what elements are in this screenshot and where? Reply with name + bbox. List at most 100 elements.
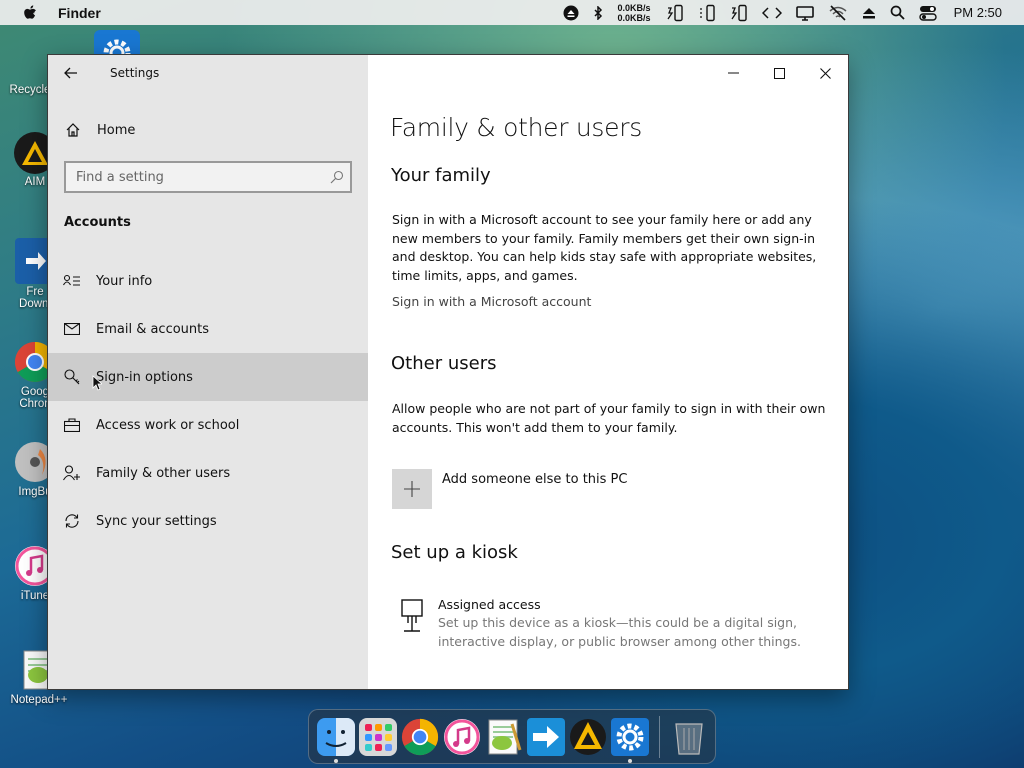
nav-item-label: Your info [96, 273, 153, 289]
launchpad-icon [359, 717, 397, 756]
search-input[interactable] [66, 169, 324, 185]
nav-item-your-info[interactable]: Your info [48, 257, 368, 305]
desktop-icon-label: iTune [20, 590, 50, 602]
nav-item-sign-in-options[interactable]: Sign-in options [48, 353, 368, 401]
back-button[interactable] [48, 55, 94, 91]
menu-bar: Finder 0.0KB/s 0.0KB/s PM 2:50 [0, 0, 1024, 25]
desktop-icon-label: Fre [26, 286, 44, 298]
page-title: Family & other users [390, 113, 642, 142]
add-someone-label: Add someone else to this PC [442, 472, 628, 487]
back-arrow-icon [64, 67, 77, 79]
net-up: 0.0KB/s [617, 2, 651, 13]
nav-item-label: Email & accounts [96, 321, 210, 337]
desktop-icon-label: Goog [20, 386, 50, 398]
search-icon[interactable] [324, 170, 350, 184]
briefcase-icon [48, 418, 96, 432]
finder-icon [317, 717, 355, 756]
desktop-icon-label: Notepad++ [10, 694, 68, 706]
network-speed: 0.0KB/s 0.0KB/s [618, 3, 651, 23]
trash-icon [675, 722, 703, 755]
mail-icon [48, 323, 96, 335]
window-controls [710, 55, 848, 91]
phone-icon[interactable] [698, 4, 716, 22]
nav-item-label: Sign-in options [96, 369, 193, 385]
close-icon [819, 67, 831, 79]
desktop-icon-label-2: Downl [19, 298, 51, 310]
nav-item-label: Family & other users [96, 465, 231, 481]
chrome-icon [401, 718, 439, 755]
dock-notepadpp[interactable] [485, 718, 523, 756]
control-center-icon[interactable] [918, 5, 937, 21]
family-description: Sign in with a Microsoft account to see … [392, 212, 817, 283]
close-button[interactable] [802, 55, 848, 91]
nav-item-label: Sync your settings [96, 513, 217, 529]
nav-item-label: Access work or school [96, 417, 240, 433]
maximize-icon [773, 67, 785, 79]
dock-chrome[interactable] [401, 718, 439, 756]
usb-phone-icon[interactable] [730, 4, 748, 22]
dock-launchpad[interactable] [359, 717, 397, 756]
dock-free-download[interactable] [527, 717, 565, 756]
dock-separator [659, 715, 660, 758]
assigned-access-description: Set up this device as a kiosk—this could… [438, 615, 801, 649]
dock-trash[interactable] [670, 718, 708, 756]
bluetooth-icon[interactable] [593, 5, 603, 20]
eject-icon[interactable] [862, 6, 876, 20]
desktop-icon-label: Recycle [9, 84, 51, 96]
settings-content: Family & other users Your family Sign in… [368, 55, 848, 689]
apple-menu-icon[interactable] [20, 3, 40, 23]
nav-item-family-other-users[interactable]: Family & other users [48, 449, 368, 497]
desktop-icon-label: AIM [24, 176, 46, 188]
nav-home[interactable]: Home [48, 111, 368, 149]
dock [308, 709, 716, 764]
assigned-access-text: Assigned access Set up this device as a … [438, 597, 818, 651]
dock-itunes[interactable] [443, 718, 481, 756]
section-heading-your-family: Your family [391, 165, 491, 186]
nav-item-sync-settings[interactable]: Sync your settings [48, 497, 368, 545]
menubar-clock[interactable]: PM 2:50 [954, 5, 1002, 20]
key-icon [48, 369, 96, 385]
titlebar: Settings [48, 55, 368, 91]
itunes-icon [444, 718, 480, 755]
dock-settings[interactable] [611, 717, 649, 763]
section-heading-other-users: Other users [391, 353, 497, 374]
minimize-icon [727, 72, 739, 74]
running-indicator [334, 758, 338, 763]
minimize-button[interactable] [710, 55, 756, 91]
assigned-access-title: Assigned access [438, 597, 541, 612]
other-users-description: Allow people who are not part of your fa… [392, 401, 826, 435]
mouse-cursor-icon [92, 375, 102, 391]
microsoft-account-link[interactable]: Sign in with a Microsoft account [392, 294, 591, 309]
active-app-name[interactable]: Finder [58, 5, 101, 21]
settings-window: Settings Home Accounts Your info [48, 55, 848, 689]
plus-icon [404, 481, 420, 497]
net-down: 0.0KB/s [617, 12, 651, 23]
home-icon [49, 122, 97, 138]
assigned-access-item[interactable]: Assigned access Set up this device as a … [392, 597, 818, 651]
desktop-icon-label: ImgBu [18, 486, 52, 498]
maximize-button[interactable] [756, 55, 802, 91]
spotlight-search-icon[interactable] [890, 5, 905, 20]
aimp-icon [570, 718, 606, 755]
eject-circle-icon[interactable] [563, 5, 579, 21]
display-icon[interactable] [795, 5, 814, 21]
nav-item-email-accounts[interactable]: Email & accounts [48, 305, 368, 353]
code-brackets-icon[interactable] [761, 6, 782, 20]
kiosk-icon [392, 597, 432, 651]
battery-phone-icon[interactable] [666, 4, 684, 22]
section-heading-kiosk: Set up a kiosk [391, 542, 518, 563]
dock-finder[interactable] [317, 717, 355, 763]
add-someone-button[interactable]: Add someone else to this PC [392, 469, 627, 509]
wifi-off-icon[interactable] [828, 4, 848, 21]
notepadpp-icon [488, 719, 522, 754]
accounts-nav-list: Your info Email & accounts Sign-in optio… [48, 257, 368, 545]
desktop-icon-label-2: Chron [19, 398, 51, 410]
add-tile [392, 469, 432, 509]
person-card-icon [48, 274, 96, 288]
nav-item-access-work-school[interactable]: Access work or school [48, 401, 368, 449]
dock-aimp[interactable] [569, 718, 607, 756]
status-area: 0.0KB/s 0.0KB/s PM 2:50 [556, 0, 1024, 25]
window-title: Settings [110, 66, 160, 80]
search-box[interactable] [64, 161, 352, 193]
settings-icon [611, 717, 649, 756]
